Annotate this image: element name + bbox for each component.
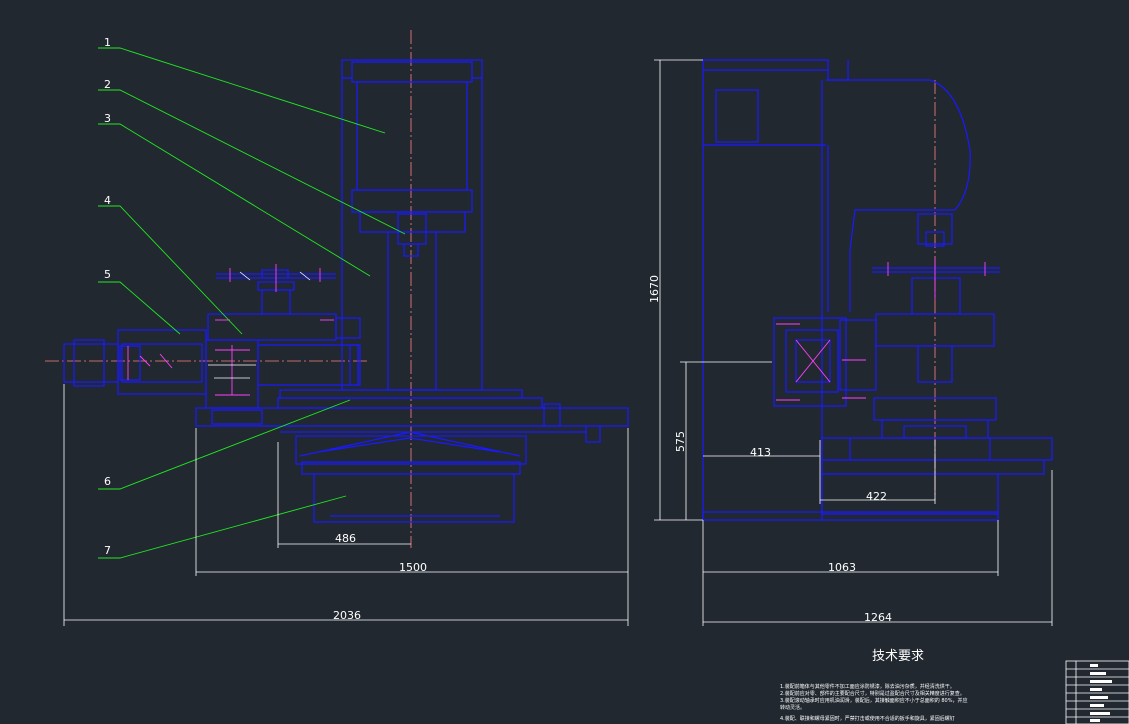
dim-1063: 1063 — [828, 561, 856, 574]
side-head — [773, 313, 995, 407]
side-column — [702, 59, 971, 520]
tech-note-4: 转动灵活。 — [780, 704, 805, 711]
tech-requirements: 技术要求 1.装配前箱体与其他零件不加工面应涂防锈漆，除去油污杂质，并经清洗烘干… — [780, 649, 967, 722]
feed-mechanism — [63, 329, 361, 409]
part-label-5: 5 — [104, 268, 111, 281]
tech-note-2: 2.装配前应对零、部件的主要配合尺寸，特别是过盈配合尺寸及相关精度进行复查。 — [780, 690, 965, 697]
tech-note-5: 4.装配、联接和螺母紧固时，严禁打击或使用不合适的扳手和旋具，紧固后螺钉 — [780, 715, 955, 722]
parts-list-table — [1065, 660, 1129, 724]
tech-note-1: 1.装配前箱体与其他零件不加工面应涂防锈漆，除去油污杂质，并经清洗烘干。 — [780, 683, 955, 690]
cad-drawing: 1 2 3 4 5 6 7 486 1500 2036 1670 575 413… — [45, 30, 1129, 724]
part-label-7: 7 — [104, 544, 111, 557]
part-label-1: 1 — [104, 36, 111, 49]
dim-486: 486 — [335, 532, 356, 545]
side-view: 1670 575 413 422 1063 1264 — [648, 59, 1053, 626]
leader-lines — [98, 47, 406, 559]
dim-575: 575 — [674, 431, 687, 452]
dim-422: 422 — [866, 490, 887, 503]
front-table — [207, 313, 361, 341]
dim-1500: 1500 — [399, 561, 427, 574]
front-handwheel — [216, 264, 336, 315]
part-label-2: 2 — [104, 78, 111, 91]
part-label-6: 6 — [104, 475, 111, 488]
dim-1264: 1264 — [864, 611, 892, 624]
tech-requirements-title: 技术要求 — [872, 649, 924, 664]
part-label-4: 4 — [104, 194, 111, 207]
dim-1670: 1670 — [648, 275, 661, 303]
front-view: 1 2 3 4 5 6 7 486 1500 2036 — [45, 30, 629, 626]
tech-note-3: 3.装配滚动轴承时应用机油润滑，装配后，其接触面积应不小于总面积的 80%，并应 — [780, 697, 967, 704]
upper-housing — [341, 59, 483, 391]
dim-2036: 2036 — [333, 609, 361, 622]
part-label-3: 3 — [104, 112, 111, 125]
side-handwheel — [872, 258, 1000, 315]
dim-413: 413 — [750, 446, 771, 459]
